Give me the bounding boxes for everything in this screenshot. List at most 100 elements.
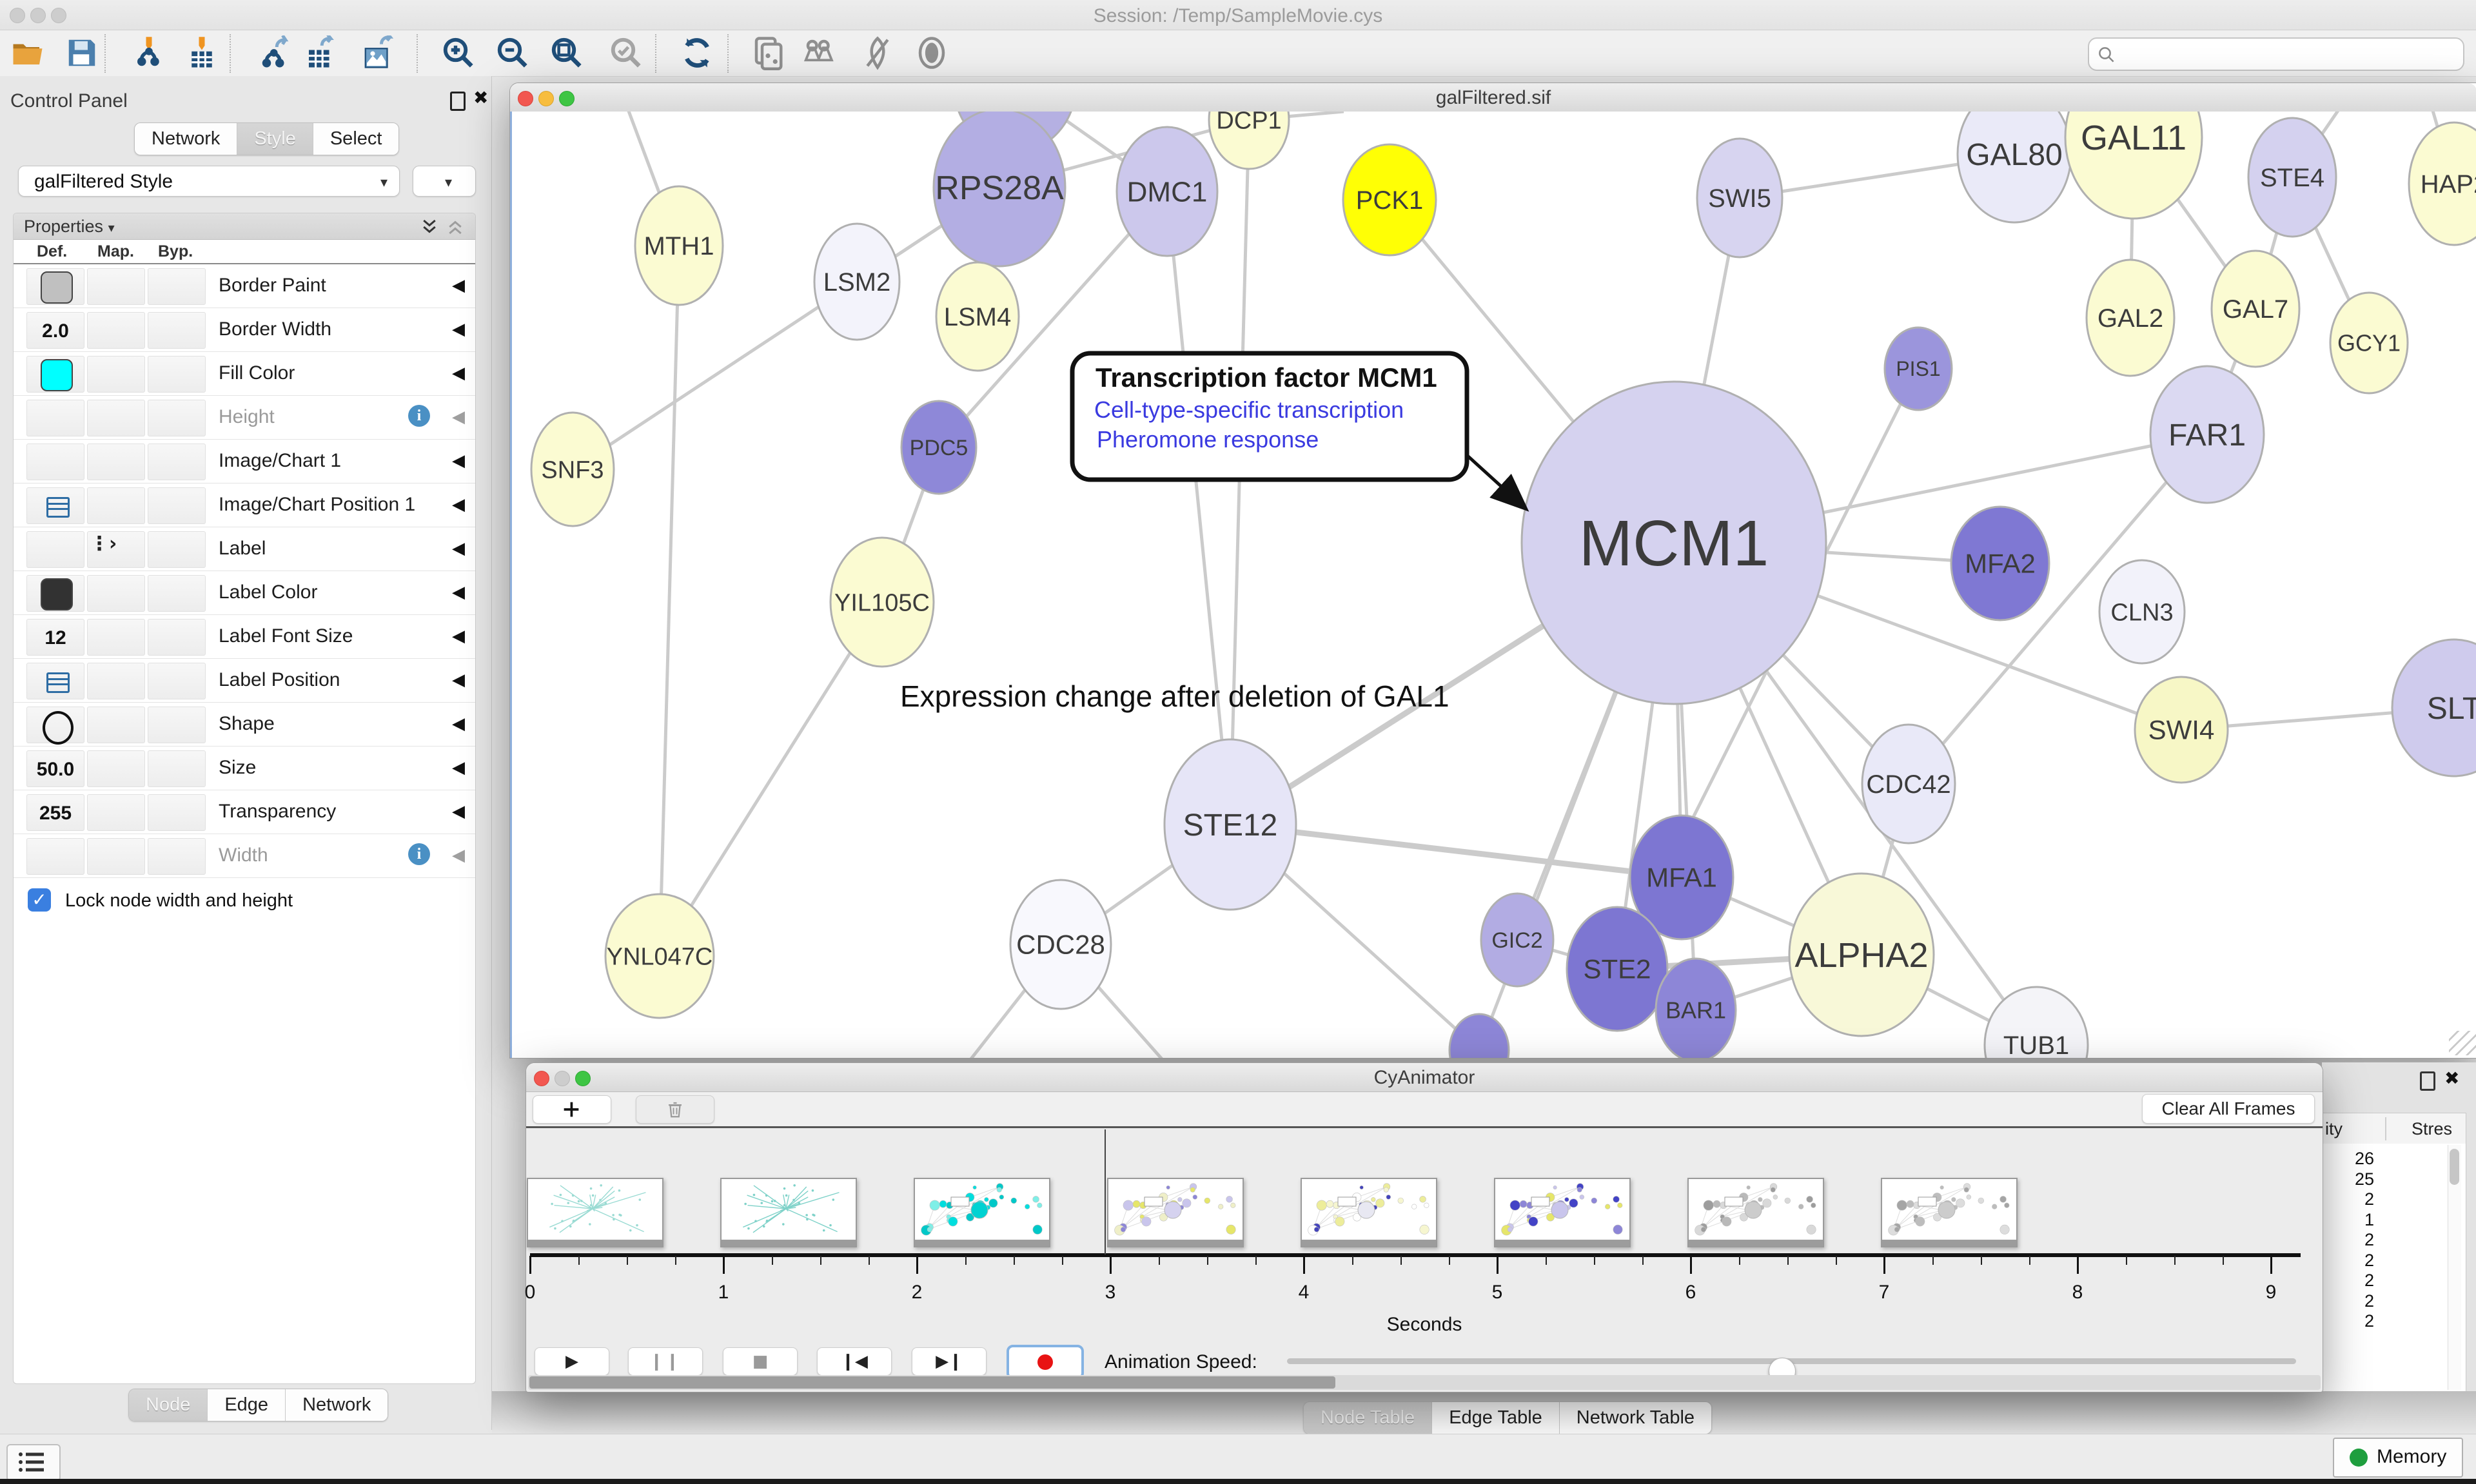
frame-thumbnail-6[interactable] bbox=[1687, 1178, 1824, 1247]
frame-thumbnail-7[interactable] bbox=[1881, 1178, 2018, 1247]
default-value-cell[interactable] bbox=[26, 356, 84, 393]
default-value-cell[interactable] bbox=[26, 707, 84, 743]
show-panel-icon[interactable] bbox=[914, 35, 949, 70]
bypass-cell[interactable] bbox=[148, 487, 206, 524]
table-body[interactable]: 26252122222 bbox=[2322, 1144, 2466, 1393]
zoom-in-icon[interactable] bbox=[441, 35, 476, 70]
tab-style[interactable]: Style bbox=[237, 123, 313, 155]
tab-select[interactable]: Select bbox=[313, 123, 399, 155]
close-panel-icon[interactable]: ✖ bbox=[473, 89, 488, 107]
bypass-cell[interactable] bbox=[148, 312, 206, 349]
resize-grip-icon[interactable] bbox=[2449, 1031, 2476, 1055]
task-history-button[interactable] bbox=[6, 1444, 61, 1481]
tab-network-table[interactable]: Network Table bbox=[1560, 1402, 1711, 1434]
zoom-out-icon[interactable] bbox=[495, 35, 530, 70]
frame-thumbnail-0[interactable] bbox=[527, 1178, 663, 1247]
default-value-cell[interactable] bbox=[26, 400, 84, 436]
info-icon[interactable]: i bbox=[408, 405, 430, 427]
frame-thumbnail-5[interactable] bbox=[1494, 1178, 1631, 1247]
frame-thumbnail-3[interactable] bbox=[1107, 1178, 1244, 1247]
tab-network[interactable]: Network bbox=[135, 123, 237, 155]
save-session-icon[interactable] bbox=[64, 35, 99, 70]
bypass-cell[interactable] bbox=[148, 619, 206, 656]
table-cell-value[interactable]: 2 bbox=[2323, 1291, 2374, 1311]
open-session-icon[interactable] bbox=[10, 35, 45, 70]
default-value-cell[interactable]: 255 bbox=[26, 794, 84, 831]
hide-panel-icon[interactable] bbox=[860, 35, 895, 70]
mapping-cell[interactable] bbox=[87, 575, 145, 612]
network-edge[interactable] bbox=[660, 602, 882, 956]
expand-property-icon[interactable]: ◀ bbox=[452, 714, 465, 734]
bypass-cell[interactable] bbox=[148, 575, 206, 612]
expand-property-icon[interactable]: ◀ bbox=[452, 320, 465, 339]
table-cell-value[interactable]: 2 bbox=[2323, 1311, 2374, 1331]
expand-property-icon[interactable]: ◀ bbox=[452, 407, 465, 427]
style-property-row[interactable]: 12Label Font Size◀ bbox=[14, 615, 475, 659]
bypass-cell[interactable] bbox=[148, 707, 206, 743]
go-to-start-button[interactable]: ❙◀ bbox=[817, 1347, 892, 1376]
tab-network[interactable]: Network bbox=[286, 1389, 388, 1421]
import-table-icon[interactable] bbox=[184, 35, 219, 70]
annotation-link[interactable]: Pheromone response bbox=[1097, 426, 1319, 453]
mapping-cell[interactable] bbox=[87, 268, 145, 305]
mapping-cell[interactable] bbox=[87, 794, 145, 831]
expand-property-icon[interactable]: ◀ bbox=[452, 627, 465, 646]
table-scrollbar[interactable] bbox=[2448, 1145, 2461, 1390]
expand-property-icon[interactable]: ◀ bbox=[452, 758, 465, 777]
mapping-cell[interactable] bbox=[87, 312, 145, 349]
frame-thumbnail-4[interactable] bbox=[1301, 1178, 1437, 1247]
network-window-titlebar[interactable]: galFiltered.sif bbox=[510, 83, 2476, 112]
expand-all-icon[interactable] bbox=[420, 217, 439, 237]
style-property-row[interactable]: Fill Color◀ bbox=[14, 352, 475, 396]
mapping-cell[interactable] bbox=[87, 619, 145, 656]
export-image-icon[interactable] bbox=[361, 35, 396, 70]
expand-property-icon[interactable]: ◀ bbox=[452, 670, 465, 690]
clipboard-icon[interactable] bbox=[751, 35, 785, 70]
mapping-cell[interactable] bbox=[87, 838, 145, 875]
style-property-row[interactable]: Widthi◀ bbox=[14, 834, 475, 878]
style-options-button[interactable]: ▾ bbox=[413, 166, 476, 197]
default-value-cell[interactable] bbox=[26, 663, 84, 699]
default-value-cell[interactable] bbox=[26, 531, 84, 568]
table-cell-value[interactable]: 2 bbox=[2323, 1230, 2374, 1250]
pause-button[interactable]: ❙❙ bbox=[628, 1347, 703, 1376]
expand-property-icon[interactable]: ◀ bbox=[452, 451, 465, 471]
bypass-cell[interactable] bbox=[148, 356, 206, 393]
default-value-cell[interactable]: 12 bbox=[26, 619, 84, 656]
expand-property-icon[interactable]: ◀ bbox=[452, 276, 465, 295]
table-header-row[interactable]: ity Stres bbox=[2322, 1113, 2466, 1145]
mapping-cell[interactable] bbox=[87, 663, 145, 699]
import-network-icon[interactable] bbox=[132, 35, 166, 70]
expand-property-icon[interactable]: ◀ bbox=[452, 802, 465, 821]
mapping-cell[interactable] bbox=[87, 356, 145, 393]
close-panel-icon[interactable]: ✖ bbox=[2444, 1069, 2459, 1088]
mapping-cell[interactable] bbox=[87, 750, 145, 787]
expand-property-icon[interactable]: ◀ bbox=[452, 495, 465, 514]
float-panel-icon[interactable] bbox=[450, 92, 466, 111]
style-property-row[interactable]: Label Position◀ bbox=[14, 659, 475, 703]
bypass-cell[interactable] bbox=[148, 268, 206, 305]
refresh-icon[interactable] bbox=[680, 35, 714, 70]
default-value-cell[interactable] bbox=[26, 575, 84, 612]
table-cell-value[interactable]: 2 bbox=[2323, 1189, 2374, 1209]
bypass-cell[interactable] bbox=[148, 663, 206, 699]
table-cell-value[interactable]: 26 bbox=[2323, 1149, 2374, 1169]
tab-node[interactable]: Node bbox=[129, 1389, 208, 1421]
zoom-selected-icon[interactable] bbox=[609, 35, 644, 70]
delete-frame-button[interactable] bbox=[636, 1095, 714, 1124]
cyanimator-titlebar[interactable]: CyAnimator bbox=[526, 1063, 2323, 1092]
timeline-scrollbar-thumb[interactable] bbox=[529, 1376, 1335, 1389]
play-button[interactable]: ▶ bbox=[535, 1347, 609, 1376]
style-property-row[interactable]: 2.0Border Width◀ bbox=[14, 308, 475, 352]
style-property-row[interactable]: Image/Chart Position 1◀ bbox=[14, 483, 475, 527]
go-to-end-button[interactable]: ▶❙ bbox=[912, 1347, 987, 1376]
mapping-cell[interactable] bbox=[87, 444, 145, 480]
tab-edge-table[interactable]: Edge Table bbox=[1432, 1402, 1560, 1434]
timeline-scrollbar[interactable] bbox=[528, 1375, 2321, 1390]
annotation-link[interactable]: Cell-type-specific transcription bbox=[1094, 396, 1404, 423]
search-network-icon[interactable] bbox=[802, 35, 837, 70]
zoom-fit-icon[interactable] bbox=[549, 35, 584, 70]
style-property-row[interactable]: 50.0Size◀ bbox=[14, 747, 475, 790]
search-input[interactable] bbox=[2088, 37, 2464, 71]
style-property-row[interactable]: Image/Chart 1◀ bbox=[14, 440, 475, 483]
